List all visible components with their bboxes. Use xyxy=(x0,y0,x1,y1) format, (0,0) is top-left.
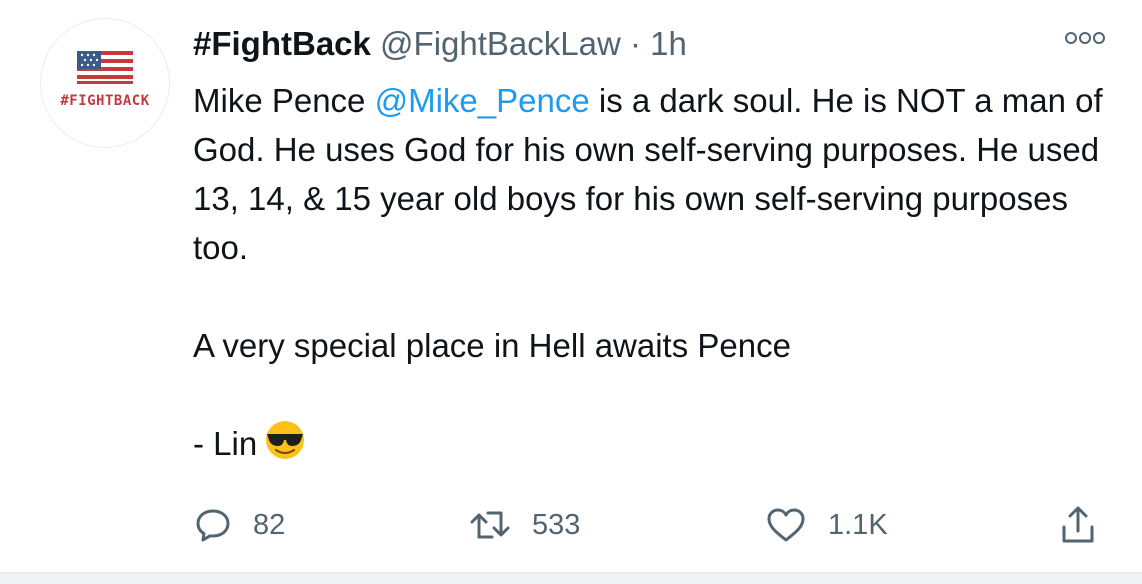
sunglasses-face-icon xyxy=(263,420,307,473)
reply-button[interactable]: 82 xyxy=(193,500,285,550)
heart-icon xyxy=(767,508,805,542)
user-handle[interactable]: @FightBackLaw xyxy=(380,25,621,62)
reply-count: 82 xyxy=(253,508,286,541)
like-button[interactable]: 1.1K xyxy=(764,500,888,550)
reply-icon xyxy=(196,509,230,542)
tweet-text-segment: Mike Pence xyxy=(193,82,375,119)
avatar[interactable]: #FIGHTBACK xyxy=(40,18,170,148)
timestamp[interactable]: 1h xyxy=(650,25,687,62)
tweet-header: #FightBack @FightBackLaw · 1h xyxy=(193,20,687,68)
tweet-paragraph: Mike Pence @Mike_Pence is a dark soul. H… xyxy=(193,76,1123,272)
display-name[interactable]: #FightBack xyxy=(193,25,371,62)
mention-link[interactable]: @Mike_Pence xyxy=(375,82,590,119)
tweet-paragraph: A very special place in Hell awaits Penc… xyxy=(193,327,791,364)
tweet-text-segment: - Lin xyxy=(193,425,258,462)
us-flag-icon xyxy=(77,51,133,84)
share-icon xyxy=(1062,506,1094,543)
share-button[interactable] xyxy=(1058,500,1098,550)
divider xyxy=(0,572,1142,584)
separator-dot: · xyxy=(629,25,641,62)
more-options-icon[interactable] xyxy=(1063,28,1107,48)
retweet-button[interactable]: 533 xyxy=(468,500,580,550)
tweet-paragraph: - Lin xyxy=(193,419,1123,473)
tweet-text: Mike Pence @Mike_Pence is a dark soul. H… xyxy=(193,76,1123,473)
avatar-label: #FIGHTBACK xyxy=(60,93,150,109)
tweet-card[interactable]: #FIGHTBACK #FightBack @FightBackLaw · 1h… xyxy=(0,0,1142,570)
like-count: 1.1K xyxy=(828,508,888,541)
retweet-count: 533 xyxy=(532,508,581,541)
tweet-actions: 82 533 1.1K xyxy=(0,500,1142,550)
retweet-icon xyxy=(470,511,510,539)
